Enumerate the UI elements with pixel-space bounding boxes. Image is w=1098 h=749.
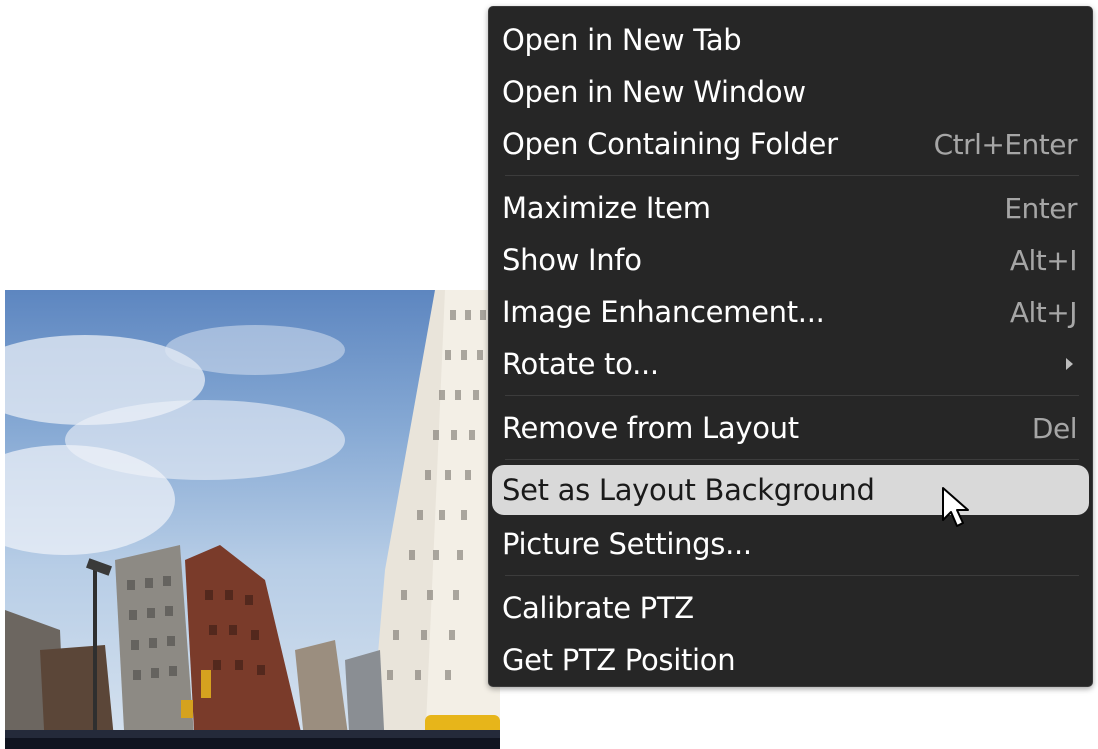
menu-item-shortcut: Ctrl+Enter bbox=[933, 127, 1078, 161]
menu-item-shortcut: Del bbox=[1031, 411, 1078, 445]
menu-item-label: Maximize Item bbox=[502, 191, 711, 225]
menu-item-shortcut: Alt+I bbox=[1009, 243, 1078, 277]
menu-item-label: Remove from Layout bbox=[502, 411, 799, 445]
camera-image[interactable] bbox=[5, 290, 500, 749]
menu-item-set-as-layout-background[interactable]: Set as Layout Background bbox=[492, 465, 1089, 515]
menu-item-label: Open Containing Folder bbox=[502, 127, 838, 161]
menu-item-shortcut: Alt+J bbox=[1009, 295, 1078, 329]
menu-item-rotate-to[interactable]: Rotate to... bbox=[492, 339, 1089, 389]
menu-item-label: Picture Settings... bbox=[502, 527, 752, 561]
mouse-pointer-icon bbox=[942, 487, 969, 527]
menu-separator bbox=[505, 459, 1079, 460]
menu-separator bbox=[505, 175, 1079, 176]
menu-item-show-info[interactable]: Show Info Alt+I bbox=[492, 235, 1089, 285]
menu-item-label: Open in New Window bbox=[502, 75, 806, 109]
menu-item-label: Set as Layout Background bbox=[502, 473, 875, 507]
menu-item-label: Open in New Tab bbox=[502, 23, 742, 57]
menu-item-shortcut: Enter bbox=[1004, 191, 1077, 225]
menu-item-open-in-new-window[interactable]: Open in New Window bbox=[492, 67, 1089, 117]
menu-separator bbox=[505, 575, 1079, 576]
menu-item-label: Rotate to... bbox=[502, 347, 659, 381]
menu-item-calibrate-ptz[interactable]: Calibrate PTZ bbox=[492, 583, 1089, 633]
menu-item-label: Calibrate PTZ bbox=[502, 591, 694, 625]
menu-item-maximize-item[interactable]: Maximize Item Enter bbox=[492, 183, 1089, 233]
menu-item-picture-settings[interactable]: Picture Settings... bbox=[492, 519, 1089, 569]
menu-item-label: Get PTZ Position bbox=[502, 643, 736, 677]
menu-item-remove-from-layout[interactable]: Remove from Layout Del bbox=[492, 403, 1089, 453]
screen: Open in New Tab Open in New Window Open … bbox=[0, 0, 1098, 749]
context-menu: Open in New Tab Open in New Window Open … bbox=[488, 6, 1093, 687]
menu-item-open-containing-folder[interactable]: Open Containing Folder Ctrl+Enter bbox=[492, 119, 1089, 169]
menu-item-get-ptz-position[interactable]: Get PTZ Position bbox=[492, 635, 1089, 685]
menu-item-label: Show Info bbox=[502, 243, 642, 277]
menu-item-image-enhancement[interactable]: Image Enhancement... Alt+J bbox=[492, 287, 1089, 337]
chevron-right-icon bbox=[1066, 358, 1073, 370]
menu-item-label: Image Enhancement... bbox=[502, 295, 825, 329]
menu-item-open-in-new-tab[interactable]: Open in New Tab bbox=[492, 15, 1089, 65]
street-scene-illustration bbox=[5, 290, 500, 749]
menu-separator bbox=[505, 395, 1079, 396]
